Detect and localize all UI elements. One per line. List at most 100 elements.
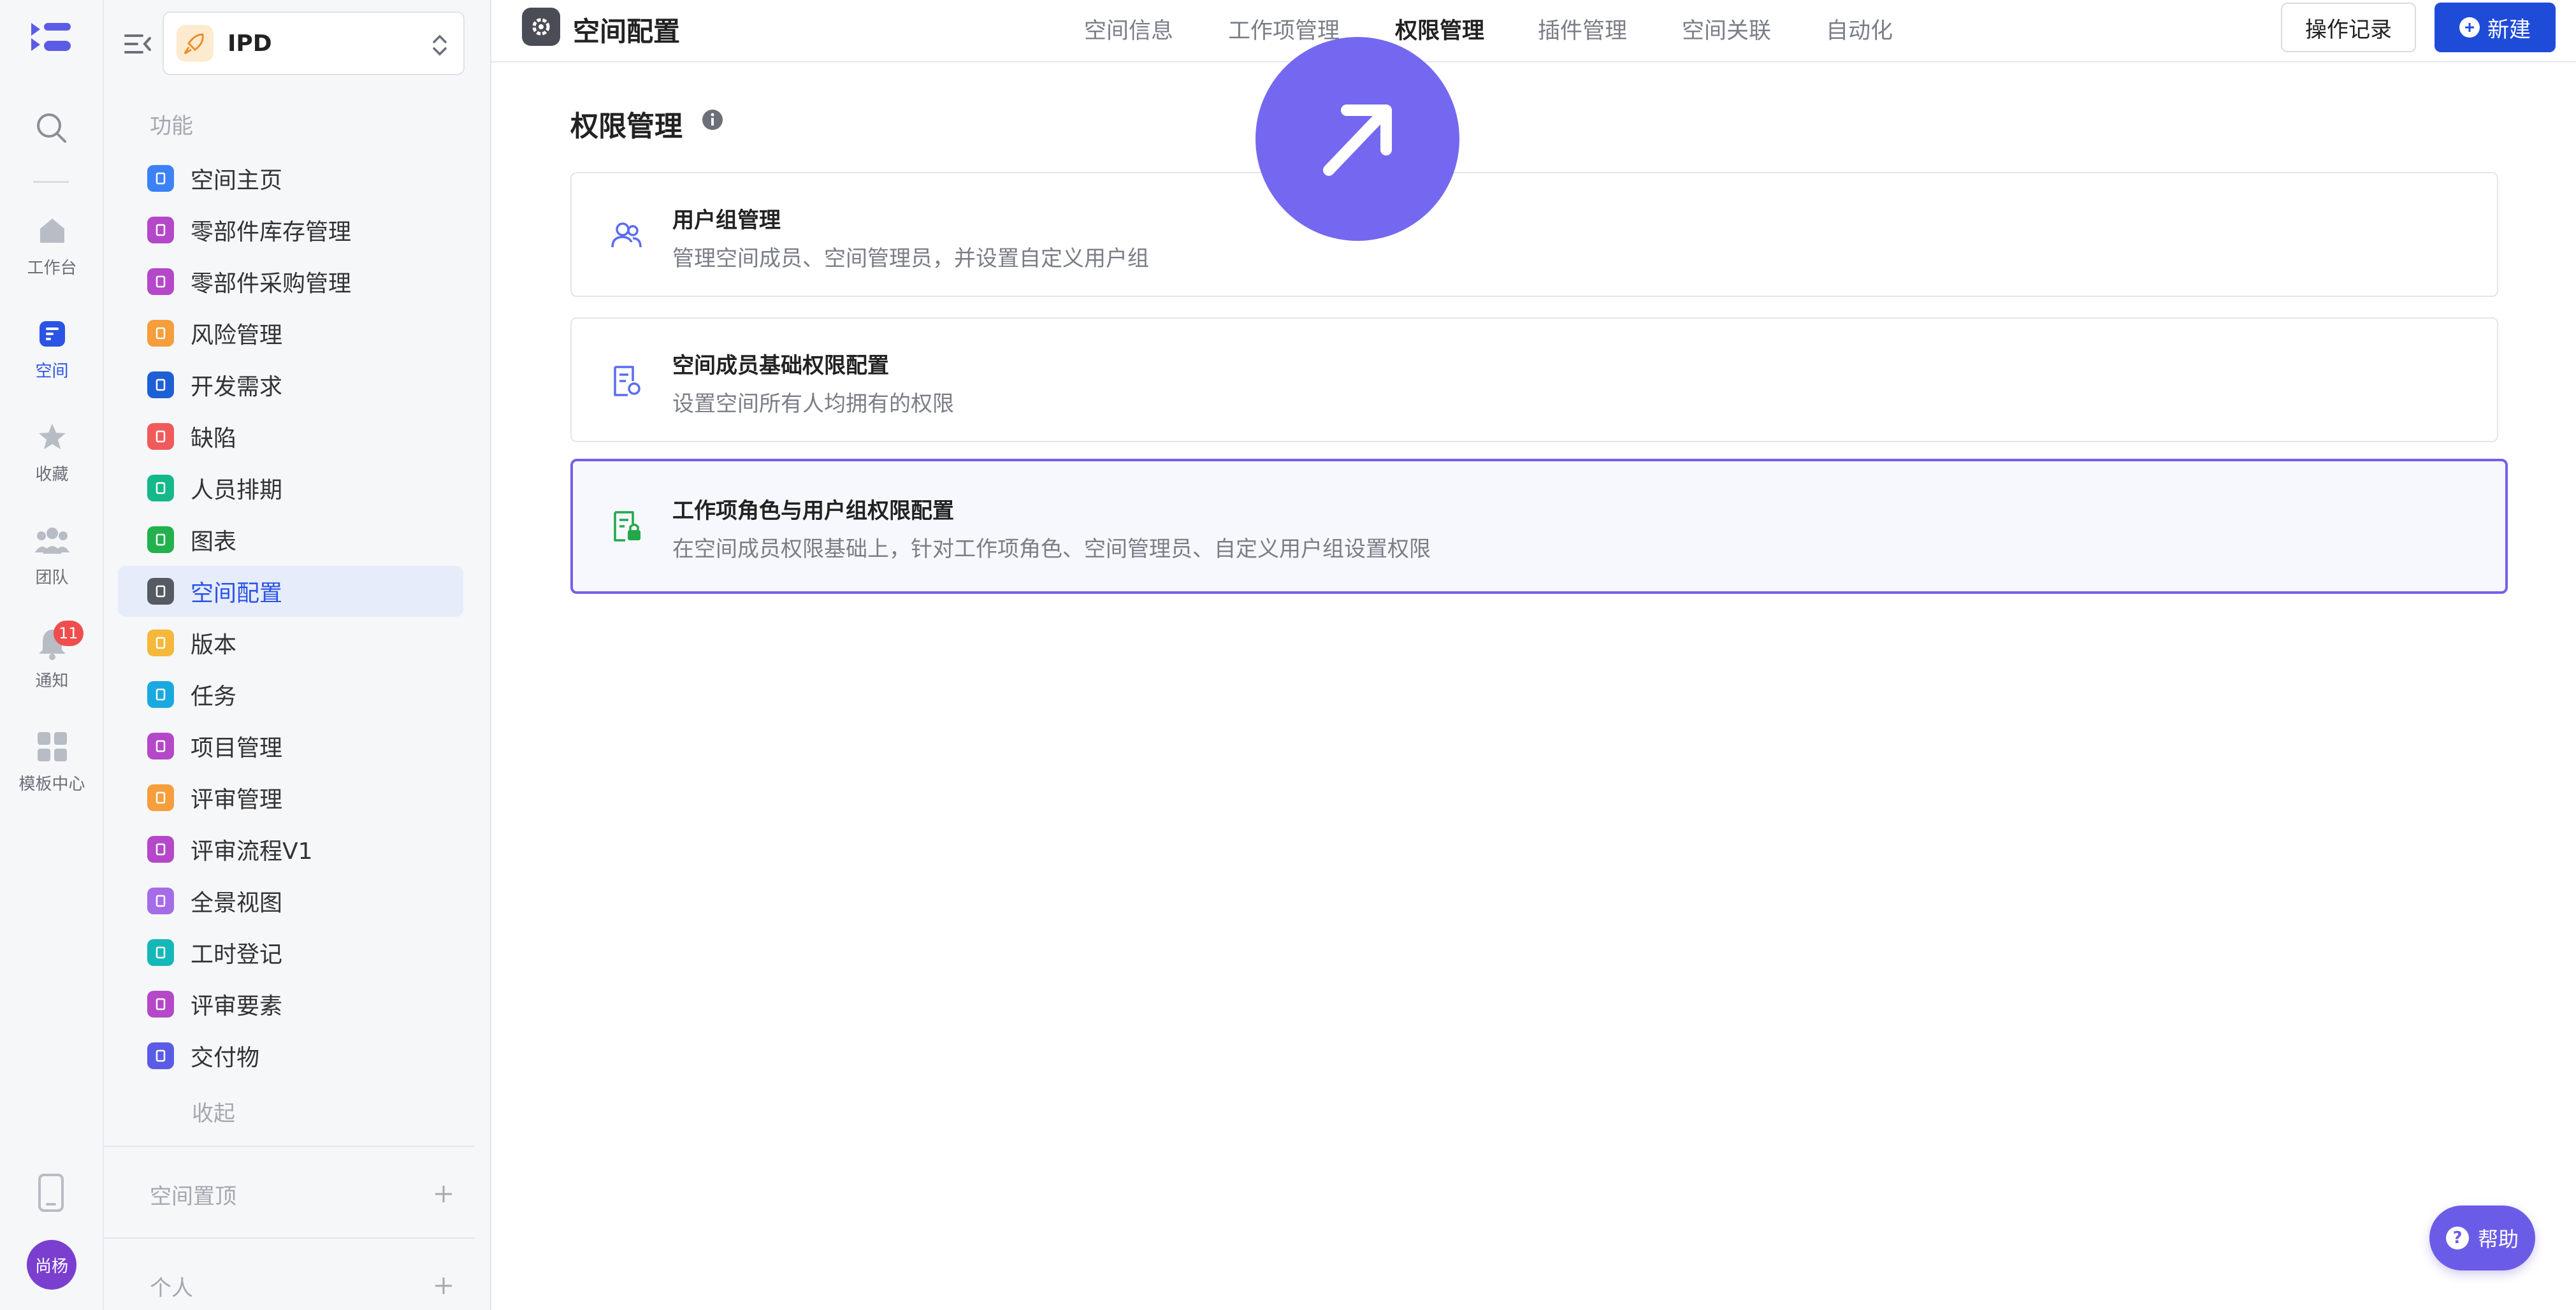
module-icon xyxy=(147,836,174,863)
sidebar-divider xyxy=(104,1237,475,1239)
plus-circle-icon xyxy=(2459,17,2480,38)
card-description: 设置空间所有人均拥有的权限 xyxy=(672,391,954,417)
sidebar-item[interactable]: 评审要素 xyxy=(118,979,463,1030)
sidebar-item[interactable]: 缺陷 xyxy=(118,411,463,462)
rail-item-label: 收藏 xyxy=(35,465,69,484)
gear-icon xyxy=(522,8,560,46)
sidebar-item[interactable]: 开发需求 xyxy=(118,359,463,410)
rail-divider xyxy=(33,181,69,183)
module-icon xyxy=(147,1042,174,1069)
rail-item-templates[interactable]: 模板中心 xyxy=(0,729,104,812)
rail-item-favorites[interactable]: 收藏 xyxy=(0,419,104,502)
app-logo-icon[interactable] xyxy=(29,19,73,55)
rail-item-team[interactable]: 团队 xyxy=(0,522,104,605)
card-member-base-permission[interactable]: 空间成员基础权限配置 设置空间所有人均拥有的权限 xyxy=(570,317,2498,442)
tab-automation[interactable]: 自动化 xyxy=(1826,13,1893,45)
sidebar-item-label: 缺陷 xyxy=(191,426,237,452)
module-icon xyxy=(147,733,174,759)
sidebar-item-label: 全景视图 xyxy=(191,890,283,916)
mobile-icon[interactable] xyxy=(37,1174,65,1212)
sidebar-item-label: 空间配置 xyxy=(191,580,283,607)
sidebar-item-label: 工时登记 xyxy=(191,942,283,968)
add-icon[interactable] xyxy=(433,1183,454,1205)
users-icon xyxy=(611,222,642,248)
sidebar-item[interactable]: 风险管理 xyxy=(118,308,463,359)
sidebar-item[interactable]: 空间配置 xyxy=(118,566,463,617)
add-icon[interactable] xyxy=(433,1275,454,1297)
section-label-features: 功能 xyxy=(150,113,193,139)
star-icon xyxy=(38,424,66,449)
sidebar-item[interactable]: 零部件采购管理 xyxy=(118,256,463,307)
card-title: 工作项角色与用户组权限配置 xyxy=(672,498,954,524)
sidebar-item[interactable]: 评审流程V1 xyxy=(118,824,463,875)
collapse-link[interactable]: 收起 xyxy=(192,1096,235,1127)
sidebar-item[interactable]: 版本 xyxy=(118,617,463,668)
rail-item-notifications[interactable]: 11 通知 xyxy=(0,621,104,709)
sidebar-item-label: 开发需求 xyxy=(191,374,283,400)
tab-space-info[interactable]: 空间信息 xyxy=(1084,13,1173,45)
document-settings-icon xyxy=(614,366,640,396)
sidebar-item-label: 评审要素 xyxy=(191,993,283,1019)
rail-item-label: 团队 xyxy=(35,568,69,587)
sidebar-item[interactable]: 交付物 xyxy=(118,1030,463,1081)
sidebar-item-label: 项目管理 xyxy=(191,735,283,761)
space-rocket-icon xyxy=(177,25,213,62)
new-button-label: 新建 xyxy=(2487,17,2531,43)
chevron-updown-icon xyxy=(433,34,447,56)
info-icon[interactable] xyxy=(701,108,724,131)
sidebar-item-label: 评审管理 xyxy=(191,787,283,813)
page-header-title: 空间配置 xyxy=(573,16,681,47)
module-icon xyxy=(147,165,174,192)
tab-space-association[interactable]: 空间关联 xyxy=(1682,13,1771,45)
sidebar-item[interactable]: 工时登记 xyxy=(118,927,463,978)
sidebar-item-label: 评审流程V1 xyxy=(191,839,313,865)
sidebar-item[interactable]: 项目管理 xyxy=(118,721,463,772)
avatar[interactable]: 尚杨 xyxy=(27,1240,76,1290)
home-icon xyxy=(40,219,64,243)
sidebar-item[interactable]: 评审管理 xyxy=(118,772,463,823)
module-icon xyxy=(147,888,174,914)
sidebar-item[interactable]: 图表 xyxy=(118,514,463,565)
personal-label: 个人 xyxy=(150,1275,193,1301)
sidebar-item-label: 人员排期 xyxy=(191,477,283,503)
module-icon xyxy=(147,423,174,450)
new-button[interactable]: 新建 xyxy=(2435,3,2556,52)
card-role-group-permission[interactable]: 工作项角色与用户组权限配置 在空间成员权限基础上，针对工作项角色、空间管理员、自… xyxy=(570,459,2508,594)
sidebar-item[interactable]: 零部件库存管理 xyxy=(118,205,463,256)
card-user-group-management[interactable]: 用户组管理 管理空间成员、空间管理员，并设置自定义用户组 xyxy=(570,172,2498,297)
module-icon xyxy=(147,526,174,553)
rail-item-workbench[interactable]: 工作台 xyxy=(0,213,104,296)
module-icon xyxy=(147,991,174,1018)
sidebar-item-label: 版本 xyxy=(191,632,237,658)
tab-permission-management[interactable]: 权限管理 xyxy=(1395,13,1484,45)
pinned-section[interactable]: 空间置顶 xyxy=(150,1175,454,1213)
operation-log-button[interactable]: 操作记录 xyxy=(2281,3,2416,52)
sidebar-item-label: 交付物 xyxy=(191,1045,260,1071)
card-description: 管理空间成员、空间管理员，并设置自定义用户组 xyxy=(672,246,1149,271)
sidebar-item[interactable]: 全景视图 xyxy=(118,875,463,926)
tab-plugin-management[interactable]: 插件管理 xyxy=(1538,13,1627,45)
help-button[interactable]: ? 帮助 xyxy=(2429,1206,2535,1270)
module-icon xyxy=(147,939,174,966)
page-title: 权限管理 xyxy=(570,110,683,143)
top-bar: 空间配置 空间信息 工作项管理 权限管理 插件管理 空间关联 自动化 操作记录 … xyxy=(491,0,2576,62)
space-selector[interactable]: IPD xyxy=(163,11,465,75)
search-icon[interactable] xyxy=(33,110,69,145)
sidebar-item-label: 任务 xyxy=(191,684,237,710)
module-icon xyxy=(147,371,174,398)
collapse-sidebar-icon[interactable] xyxy=(123,29,152,59)
module-icon xyxy=(147,630,174,656)
sidebar-item[interactable]: 人员排期 xyxy=(118,463,463,514)
sidebar-divider xyxy=(104,1146,475,1147)
personal-section[interactable]: 个人 xyxy=(150,1267,454,1305)
sidebar-item[interactable]: 空间主页 xyxy=(118,153,463,204)
tab-work-item-management[interactable]: 工作项管理 xyxy=(1228,13,1340,45)
sidebar-item-label: 图表 xyxy=(191,529,237,555)
rail-item-space[interactable]: 空间 xyxy=(0,316,104,399)
space-icon xyxy=(39,321,65,347)
sidebar: IPD 功能 空间主页 零部件库存管理 零部件采购管理 风险管理开发需求缺陷人员排期图… xyxy=(104,0,491,1310)
rail-item-label: 模板中心 xyxy=(18,775,85,794)
notification-badge: 11 xyxy=(54,621,83,646)
sidebar-item[interactable]: 任务 xyxy=(118,669,463,720)
pinned-label: 空间置顶 xyxy=(150,1183,236,1209)
